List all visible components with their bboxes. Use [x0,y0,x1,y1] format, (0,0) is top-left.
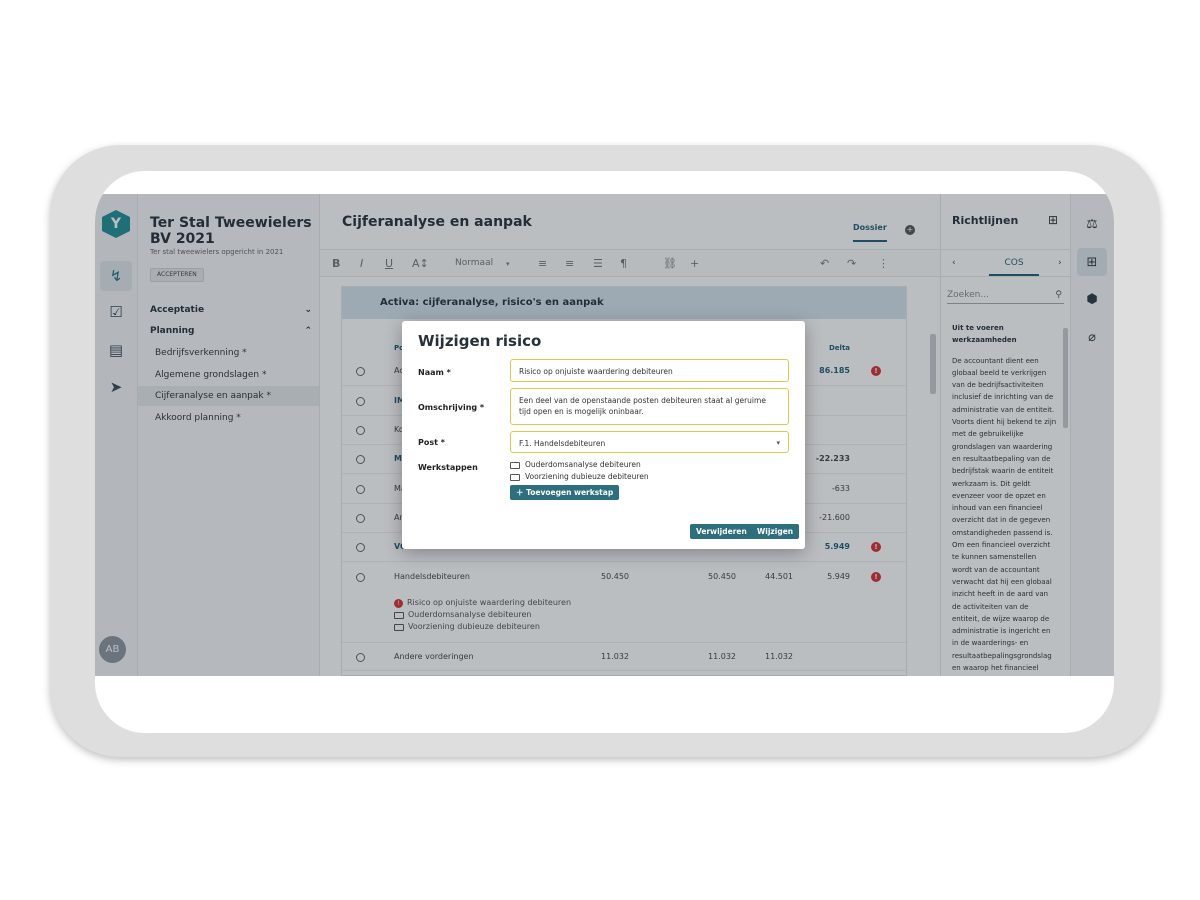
post-select[interactable]: F.1. Handelsdebiteuren ▾ [510,431,789,453]
post-label: Post * [418,438,445,447]
plus-icon: ＋ [516,488,524,497]
name-field[interactable]: Risico op onjuiste waardering debiteuren [510,359,789,382]
step-label: Voorziening dubieuze debiteuren [525,472,649,481]
device-screen-bezel: Y ↯ ☑ ▤ ➤ AB Ter Stal Tweewielers BV 202… [95,171,1114,733]
folder-icon [510,473,520,481]
dialog-title: Wijzigen risico [418,332,542,350]
name-label: Naam * [418,368,451,377]
add-step-button[interactable]: ＋ Toevoegen werkstap [510,485,620,500]
step-label: Ouderdomsanalyse debiteuren [525,460,641,469]
list-item[interactable]: Voorziening dubieuze debiteuren [510,471,649,483]
save-button[interactable]: Wijzigen [751,524,800,539]
description-label: Omschrijving * [418,403,485,412]
steps-list: Ouderdomsanalyse debiteuren Voorziening … [510,459,649,483]
description-field[interactable]: Een deel van de openstaande posten debit… [510,388,789,425]
post-value: F.1. Handelsdebiteuren [519,439,606,448]
list-item[interactable]: Ouderdomsanalyse debiteuren [510,459,649,471]
edit-risk-dialog: Wijzigen risico Naam * Risico op onjuist… [402,321,805,549]
add-step-label: Toevoegen werkstap [526,488,614,497]
steps-label: Werkstappen [418,463,478,472]
app-screen: Y ↯ ☑ ▤ ➤ AB Ter Stal Tweewielers BV 202… [95,194,1114,676]
folder-icon [510,461,520,469]
chevron-down-icon: ▾ [776,439,780,447]
delete-button[interactable]: Verwijderen [690,524,753,539]
